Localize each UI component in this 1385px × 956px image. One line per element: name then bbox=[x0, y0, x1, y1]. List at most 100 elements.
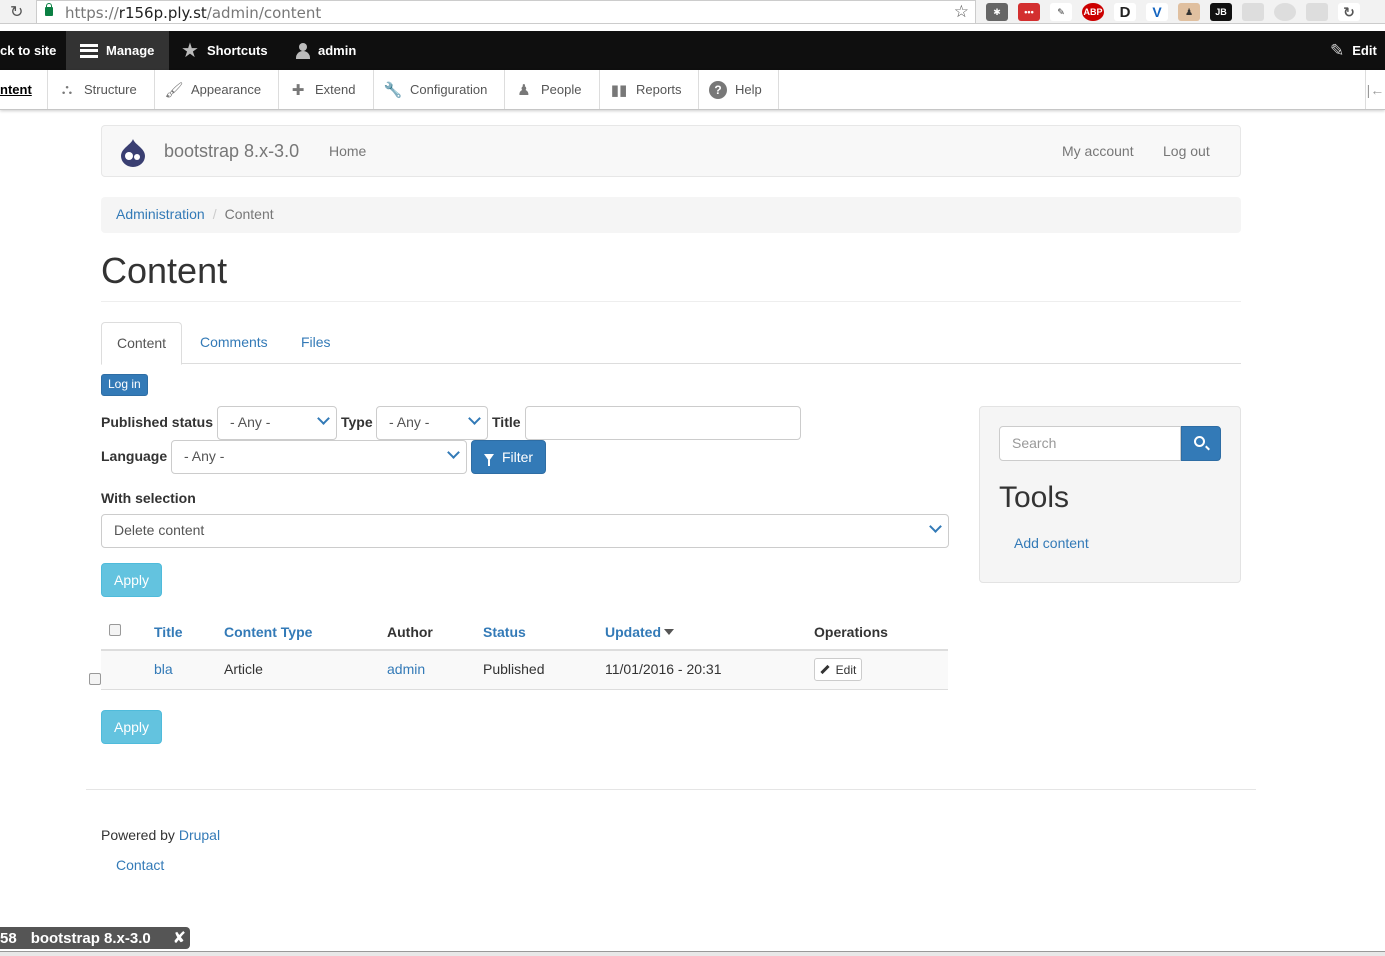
title-label: Title bbox=[492, 414, 521, 430]
content-table: Title Content Type Author Status Updated… bbox=[89, 612, 948, 690]
tab-files[interactable]: Files bbox=[286, 322, 346, 364]
bar-chart-icon: ▮▮ bbox=[610, 81, 628, 99]
chevron-down-icon bbox=[447, 446, 460, 459]
edit-toggle[interactable]: ✎ Edit bbox=[1318, 31, 1385, 70]
breadcrumb-current: Content bbox=[224, 206, 274, 222]
tray-item-extend[interactable]: ✚ Extend bbox=[279, 70, 374, 109]
search-input[interactable]: Search bbox=[999, 426, 1181, 461]
apply-button-top[interactable]: Apply bbox=[101, 563, 162, 597]
nav-log-out-link[interactable]: Log out bbox=[1163, 143, 1210, 159]
window-tab-title: bootstrap 8.x-3.0 bbox=[30, 929, 151, 947]
bookmark-star-icon[interactable]: ☆ bbox=[954, 2, 969, 22]
chevron-down-icon bbox=[468, 412, 481, 425]
adblock-extension-icon[interactable]: ABP bbox=[1082, 3, 1104, 21]
user-icon bbox=[296, 42, 310, 59]
back-to-site-link[interactable]: ck to site bbox=[0, 31, 66, 70]
paintbrush-icon: 🖌 bbox=[164, 81, 184, 99]
browser-bar: ↻ https://r156p.ply.st/admin/content ☆ ✱… bbox=[0, 0, 1385, 24]
admin-toolbar: ck to site Manage ★ Shortcuts admin ✎ Ed… bbox=[0, 31, 1385, 70]
puzzle-icon: ✚ bbox=[291, 81, 305, 99]
with-selection-label: With selection bbox=[101, 490, 196, 506]
dashlane-extension-icon[interactable]: D bbox=[1114, 3, 1136, 21]
breadcrumb: Administration / Content bbox=[101, 197, 1241, 233]
bulk-action-select[interactable]: Delete content bbox=[101, 514, 949, 548]
published-status-label: Published status bbox=[101, 414, 214, 430]
contact-link[interactable]: Contact bbox=[116, 857, 164, 873]
lock-icon bbox=[45, 3, 53, 16]
v-extension-icon[interactable]: V bbox=[1146, 3, 1168, 21]
shortcuts-tab[interactable]: ★ Shortcuts bbox=[169, 31, 284, 70]
site-brand[interactable]: bootstrap 8.x-3.0 bbox=[164, 141, 299, 162]
nav-my-account-link[interactable]: My account bbox=[1062, 143, 1134, 159]
reload-icon[interactable]: ↻ bbox=[10, 2, 23, 22]
select-all-checkbox[interactable] bbox=[109, 624, 121, 636]
title-input[interactable] bbox=[525, 406, 801, 440]
manage-tab[interactable]: Manage bbox=[66, 31, 169, 70]
tab-comments[interactable]: Comments bbox=[185, 322, 283, 364]
tab-content[interactable]: Content bbox=[101, 322, 182, 365]
chevron-down-icon bbox=[317, 412, 330, 425]
pencil-icon: ✎ bbox=[1330, 40, 1345, 60]
wrench-icon: 🔧 bbox=[383, 81, 403, 99]
tray-item-configuration[interactable]: 🔧 Configuration bbox=[374, 70, 505, 109]
close-icon[interactable]: ✘ bbox=[173, 928, 186, 948]
filter-icon bbox=[483, 453, 494, 466]
sitemap-icon: ⛬ bbox=[61, 81, 73, 98]
row-content-type: Article bbox=[224, 661, 263, 677]
site-navbar: bootstrap 8.x-3.0 Home My account Log ou… bbox=[101, 125, 1241, 177]
language-select[interactable]: - Any - bbox=[171, 440, 467, 474]
sort-desc-icon bbox=[664, 629, 674, 635]
add-content-link[interactable]: Add content bbox=[1014, 535, 1089, 551]
pen-extension-icon[interactable]: ✎ bbox=[1050, 3, 1072, 21]
grid-extension-icon[interactable] bbox=[1306, 3, 1328, 21]
breadcrumb-separator: / bbox=[212, 206, 217, 222]
filter-button[interactable]: Filter bbox=[471, 440, 546, 474]
content-tabs: Content Comments Files bbox=[101, 322, 1241, 365]
people-icon: ♟ bbox=[517, 81, 531, 99]
pencil-icon bbox=[820, 664, 830, 675]
star-icon: ★ bbox=[181, 40, 199, 62]
breadcrumb-administration-link[interactable]: Administration bbox=[116, 206, 205, 222]
footer-divider bbox=[86, 789, 1256, 790]
refresh-extension-icon[interactable]: ↻ bbox=[1338, 3, 1360, 21]
column-content-type[interactable]: Content Type bbox=[224, 624, 312, 640]
row-checkbox[interactable] bbox=[89, 673, 101, 685]
tray-item-people[interactable]: ♟ People bbox=[505, 70, 600, 109]
row-author-link[interactable]: admin bbox=[387, 661, 425, 677]
people-extension-icon[interactable]: ♟ bbox=[1178, 3, 1200, 21]
language-label: Language bbox=[101, 448, 168, 464]
tray-item-appearance[interactable]: 🖌 Appearance bbox=[155, 70, 279, 109]
powered-by: Powered by Drupal bbox=[101, 827, 221, 843]
column-title[interactable]: Title bbox=[154, 624, 183, 640]
type-select[interactable]: - Any - bbox=[376, 406, 488, 440]
apply-button-bottom[interactable]: Apply bbox=[101, 710, 162, 744]
settings-extension-icon[interactable]: ✱ bbox=[986, 3, 1008, 21]
published-status-select[interactable]: - Any - bbox=[217, 406, 337, 440]
extensions-area: ✱ ••• ✎ ABP D V ♟ JB ↻ bbox=[986, 3, 1360, 21]
tray-item-reports[interactable]: ▮▮ Reports bbox=[600, 70, 699, 109]
row-edit-button[interactable]: Edit bbox=[814, 658, 862, 681]
admin-menu-tray: ntent ⛬ Structure 🖌 Appearance ✚ Extend 🔧 Co… bbox=[0, 70, 1385, 110]
tools-heading: Tools bbox=[999, 481, 1070, 514]
column-updated[interactable]: Updated bbox=[605, 624, 674, 640]
table-row: bla Article admin Published 11/01/2016 -… bbox=[89, 651, 948, 690]
address-bar[interactable]: https://r156p.ply.st/admin/content ☆ bbox=[36, 0, 976, 24]
drupal-logo-icon[interactable] bbox=[118, 137, 148, 167]
camera-extension-icon[interactable] bbox=[1242, 3, 1264, 21]
column-status[interactable]: Status bbox=[483, 624, 526, 640]
search-button[interactable] bbox=[1181, 426, 1221, 461]
window-tab[interactable]: 58 bootstrap 8.x-3.0 ✘ bbox=[0, 927, 190, 949]
user-tab[interactable]: admin bbox=[284, 31, 374, 70]
drupal-link[interactable]: Drupal bbox=[179, 827, 220, 843]
row-title-link[interactable]: bla bbox=[154, 661, 173, 677]
log-in-button[interactable]: Log in bbox=[101, 374, 148, 396]
grey-extension-icon[interactable] bbox=[1274, 3, 1296, 21]
window-tab-number: 58 bbox=[0, 929, 17, 947]
nav-home-link[interactable]: Home bbox=[329, 143, 366, 159]
jetbrains-extension-icon[interactable]: JB bbox=[1210, 3, 1232, 21]
collapse-tray-icon[interactable]: |← bbox=[1365, 70, 1385, 109]
lastpass-extension-icon[interactable]: ••• bbox=[1018, 3, 1040, 21]
tray-item-help[interactable]: ? Help bbox=[699, 70, 779, 109]
tray-item-structure[interactable]: ⛬ Structure bbox=[48, 70, 155, 109]
tray-item-content[interactable]: ntent bbox=[0, 70, 48, 109]
